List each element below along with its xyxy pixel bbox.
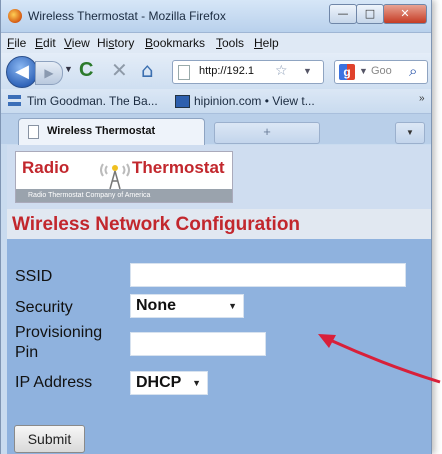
- window-title: Wireless Thermostat - Mozilla Firefox: [28, 9, 226, 23]
- search-placeholder[interactable]: Goo: [371, 65, 392, 77]
- web-page: Radio Thermostat Radio Thermostat Compan…: [7, 145, 431, 454]
- home-icon[interactable]: ⌂: [141, 59, 154, 81]
- tab-wireless-thermostat[interactable]: Wireless Thermostat: [18, 118, 205, 145]
- back-button[interactable]: ◀: [6, 56, 38, 88]
- tab-document-icon: [28, 125, 39, 139]
- logo-banner: Radio Thermostat Radio Thermostat Compan…: [7, 145, 431, 209]
- heading-band: Wireless Network Configuration: [7, 209, 431, 239]
- chevron-down-icon: ▼: [228, 301, 237, 311]
- bookmark-item[interactable]: Tim Goodman. The Ba...: [27, 94, 158, 108]
- bookmarks-overflow-button[interactable]: »: [419, 93, 425, 104]
- security-selected-value: None: [136, 297, 176, 314]
- menu-history[interactable]: History: [97, 36, 134, 50]
- address-bar[interactable]: http://192.1 ☆ ▼: [172, 60, 324, 84]
- ip-address-select[interactable]: DHCP ▼: [130, 371, 208, 395]
- forward-button[interactable]: ▶: [35, 61, 63, 85]
- ssid-field[interactable]: [130, 263, 406, 287]
- logo-word-thermostat: Thermostat: [132, 158, 225, 177]
- tab-label: Wireless Thermostat: [47, 125, 156, 137]
- tab-bar: Wireless Thermostat + ▼: [1, 114, 431, 145]
- bookmark-favicon: [8, 95, 21, 106]
- logo-word-radio: Radio: [22, 158, 70, 177]
- engine-dropdown-icon[interactable]: ▼: [359, 66, 368, 76]
- ip-address-label: IP Address: [15, 374, 93, 391]
- radio-thermostat-logo: Radio Thermostat Radio Thermostat Compan…: [15, 151, 233, 203]
- bookmarks-toolbar: Tim Goodman. The Ba... hipinion.com • Vi…: [1, 89, 431, 114]
- address-text[interactable]: http://192.1: [199, 65, 254, 77]
- menu-file[interactable]: File: [7, 36, 26, 50]
- menu-tools[interactable]: Tools: [216, 36, 244, 50]
- provisioning-pin-field[interactable]: [130, 332, 266, 356]
- maximize-button[interactable]: □: [356, 4, 384, 24]
- forward-arrow-icon: ▶: [44, 66, 54, 80]
- close-button[interactable]: ✕: [383, 4, 427, 24]
- minimize-button[interactable]: —: [329, 4, 357, 24]
- menu-edit[interactable]: Edit: [35, 36, 56, 50]
- address-dropdown-icon[interactable]: ▼: [303, 66, 312, 76]
- page-document-icon: [178, 65, 190, 80]
- annotation-arrow: [318, 334, 441, 384]
- ip-address-selected-value: DHCP: [136, 374, 182, 391]
- chevron-down-icon: ▼: [192, 378, 201, 388]
- logo-tagline: Radio Thermostat Company of America: [16, 189, 232, 202]
- provisioning-pin-label: Provisioning: [15, 324, 103, 341]
- submit-button[interactable]: Submit: [14, 425, 85, 453]
- back-arrow-icon: ◀: [15, 61, 29, 81]
- search-icon[interactable]: ⌕: [409, 62, 417, 80]
- google-engine-icon[interactable]: g: [339, 64, 355, 80]
- firefox-icon: [8, 9, 22, 23]
- bookmark-favicon: [175, 95, 190, 108]
- title-bar[interactable]: Wireless Thermostat - Mozilla Firefox — …: [1, 0, 431, 33]
- security-label: Security: [15, 299, 73, 316]
- new-tab-button[interactable]: +: [214, 122, 320, 144]
- stop-icon[interactable]: ✕: [111, 59, 128, 81]
- history-dropdown-icon[interactable]: ▼: [64, 64, 73, 74]
- tab-list-button[interactable]: ▼: [395, 122, 425, 144]
- navigation-toolbar: ◀ ▶ ▼ C ✕ ⌂ http://192.1 ☆ ▼ g ▼ Goo ⌕: [1, 53, 431, 89]
- menu-bar: File Edit View History Bookmarks Tools H…: [1, 33, 431, 53]
- security-select[interactable]: None ▼: [130, 294, 244, 318]
- page-heading: Wireless Network Configuration: [12, 214, 301, 235]
- star-icon[interactable]: ☆: [275, 63, 288, 79]
- provisioning-pin-label-line2: Pin: [15, 344, 39, 361]
- menu-help[interactable]: Help: [254, 36, 279, 50]
- search-bar[interactable]: g ▼ Goo ⌕: [334, 60, 428, 84]
- menu-bookmarks[interactable]: Bookmarks: [145, 36, 205, 50]
- reload-icon[interactable]: C: [79, 59, 93, 81]
- ssid-label: SSID: [15, 268, 53, 285]
- radio-tower-icon: [100, 163, 130, 190]
- menu-view[interactable]: View: [64, 36, 90, 50]
- bookmark-item[interactable]: hipinion.com • View t...: [194, 94, 315, 108]
